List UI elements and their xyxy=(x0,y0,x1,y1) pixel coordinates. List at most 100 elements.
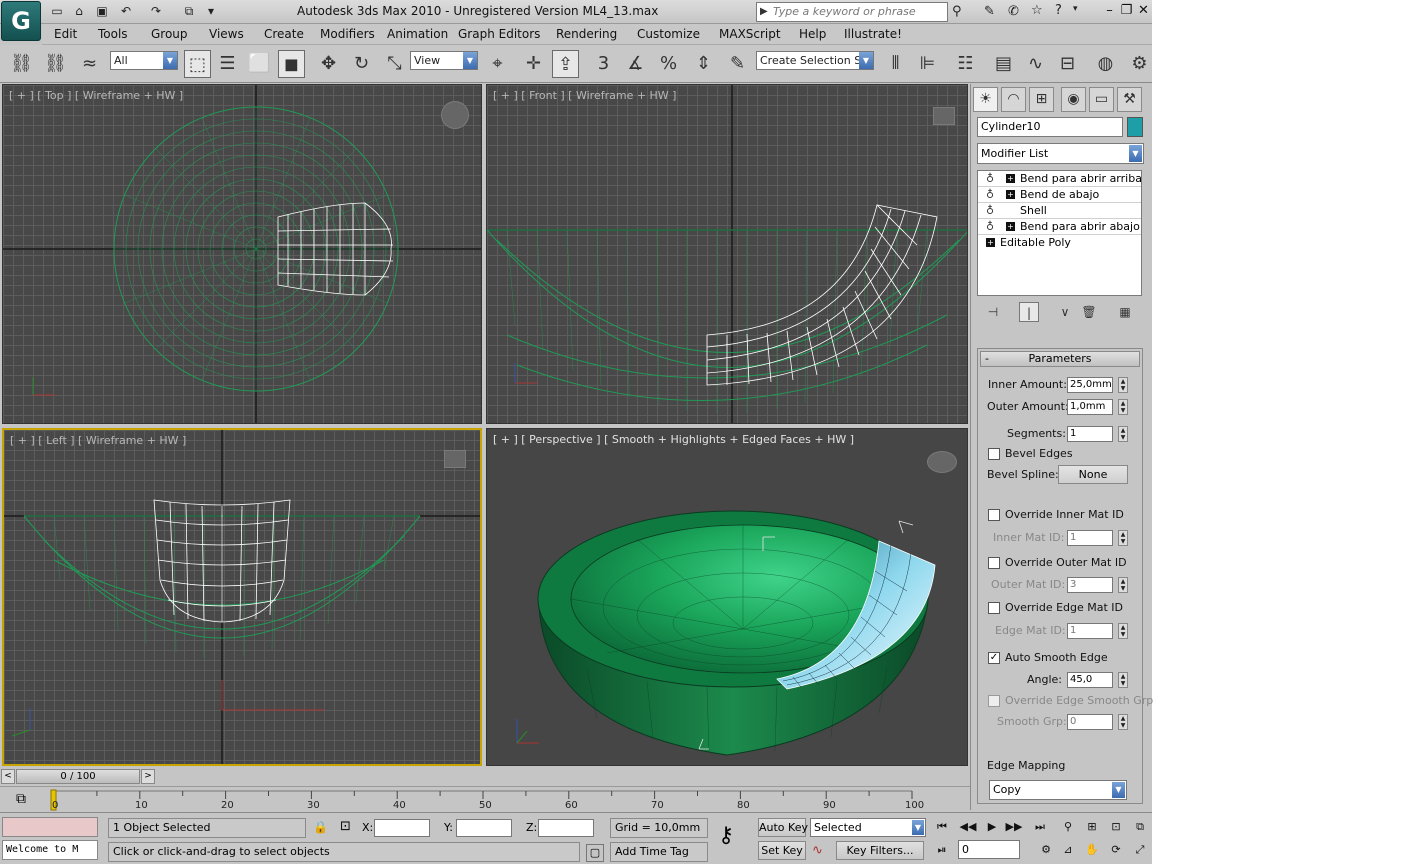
stack-item-bend-arriba[interactable]: ♁ + Bend para abrir arriba xyxy=(978,171,1142,187)
keyboard-shortcut-override-icon[interactable]: ⇪ xyxy=(552,50,579,78)
bind-space-warp-icon[interactable]: ≈ xyxy=(76,50,103,78)
segments-input[interactable]: 1 xyxy=(1067,426,1113,442)
stack-item-editable-poly[interactable]: + Editable Poly xyxy=(978,235,1141,251)
override-outer-mat-checkbox[interactable] xyxy=(988,557,1000,569)
close-icon[interactable]: ✕ xyxy=(1136,3,1151,19)
expand-plus-icon[interactable]: + xyxy=(986,238,995,247)
viewport-top[interactable]: [ + ] [ Top ] [ Wireframe + HW ] xyxy=(2,84,482,424)
bevel-edges-checkbox[interactable] xyxy=(988,448,1000,460)
parameters-rollout-header[interactable]: - Parameters xyxy=(980,351,1140,367)
spinner-arrows-icon[interactable]: ▲ ▼ xyxy=(1118,577,1128,593)
expand-plus-icon[interactable]: + xyxy=(1006,174,1015,183)
new-file-icon[interactable]: ▭ xyxy=(48,3,66,20)
menu-create[interactable]: Create xyxy=(264,27,304,41)
align-icon[interactable]: ⊫ xyxy=(914,50,941,78)
spinner-arrows-icon[interactable]: ▲ ▼ xyxy=(1118,623,1128,639)
select-and-manipulate-icon[interactable]: ✛ xyxy=(520,50,547,78)
viewport-perspective[interactable]: [ + ] [ Perspective ] [ Smooth + Highlig… xyxy=(486,428,968,766)
edge-mapping-dropdown[interactable]: Copy ▼ xyxy=(989,780,1127,800)
spinner-arrows-icon[interactable]: ▲ ▼ xyxy=(1118,426,1128,442)
help-icon[interactable]: ? xyxy=(1055,3,1062,18)
select-and-link-icon[interactable]: ⛓ xyxy=(8,50,35,78)
make-unique-icon[interactable]: ∨ xyxy=(1055,302,1075,322)
graphite-modeling-tools-icon[interactable]: ▤ xyxy=(990,50,1017,78)
override-inner-mat-checkbox[interactable] xyxy=(988,509,1000,521)
menu-animation[interactable]: Animation xyxy=(387,27,448,41)
lightbulb-icon[interactable]: ♁ xyxy=(986,171,994,186)
go-to-start-icon[interactable]: ⏮ xyxy=(932,818,952,836)
named-selection-sets-dropdown[interactable]: Create Selection Se ▼ xyxy=(756,51,874,70)
select-and-rotate-icon[interactable]: ↻ xyxy=(348,50,375,78)
zoom-extents-icon[interactable]: ⊡ xyxy=(1106,818,1126,836)
hierarchy-tab-icon[interactable]: ⊞ xyxy=(1029,87,1054,112)
remove-modifier-icon[interactable]: 🗑 xyxy=(1079,302,1099,322)
angle-snap-icon[interactable]: ∡ xyxy=(622,50,649,78)
zoom-extents-all-icon[interactable]: ⧉ xyxy=(1130,818,1150,836)
viewcube-icon[interactable] xyxy=(933,107,955,125)
viewport-perspective-label[interactable]: [ + ] [ Perspective ] [ Smooth + Highlig… xyxy=(493,433,854,446)
menu-illustrate[interactable]: Illustrate! xyxy=(844,27,902,41)
viewport-front-label[interactable]: [ + ] [ Front ] [ Wireframe + HW ] xyxy=(493,89,676,102)
add-time-tag[interactable]: Add Time Tag xyxy=(610,842,708,862)
previous-frame-icon[interactable]: < xyxy=(1,769,15,784)
spinner-arrows-icon[interactable]: ▲ ▼ xyxy=(1118,530,1128,546)
minimize-icon[interactable]: – xyxy=(1102,3,1117,19)
unlink-icon[interactable]: ⛓ xyxy=(42,50,69,78)
configure-sets-icon[interactable]: ▦ xyxy=(1115,302,1135,322)
viewcube-icon[interactable] xyxy=(441,101,469,129)
application-button[interactable]: G xyxy=(1,1,41,41)
menu-graph-editors[interactable]: Graph Editors xyxy=(458,27,540,41)
track-bar[interactable]: ⧉ 0 10 20 30 40 50 60 70 80 90 100 xyxy=(0,786,970,812)
menu-rendering[interactable]: Rendering xyxy=(556,27,617,41)
lightbulb-icon[interactable]: ♁ xyxy=(986,187,994,202)
outer-mat-id-input[interactable]: 3 xyxy=(1067,577,1113,593)
object-color-swatch[interactable] xyxy=(1127,117,1143,137)
utilities-tab-icon[interactable]: ⚒ xyxy=(1117,87,1142,112)
menu-customize[interactable]: Customize xyxy=(637,27,700,41)
select-by-name-icon[interactable]: ☰ xyxy=(214,50,241,78)
override-edge-mat-checkbox[interactable] xyxy=(988,602,1000,614)
menu-group[interactable]: Group xyxy=(151,27,188,41)
select-object-icon[interactable]: ⬚ xyxy=(184,50,211,78)
lightbulb-icon[interactable]: ♁ xyxy=(986,219,994,234)
viewcube-icon[interactable] xyxy=(444,450,466,468)
project-folder-icon[interactable]: ⧉ xyxy=(180,3,198,20)
default-in-out-tangents-icon[interactable]: ∿ xyxy=(812,843,823,858)
curve-editor-icon[interactable]: ∿ xyxy=(1022,50,1049,78)
maxscript-listener-output[interactable]: Welcome to M xyxy=(2,840,98,860)
go-to-end-icon[interactable]: ⏭ xyxy=(1030,818,1050,836)
communication-center-icon[interactable]: ✆ xyxy=(1008,4,1019,19)
viewcube-icon[interactable] xyxy=(927,451,957,473)
search-input[interactable]: ▶ Type a keyword or phrase xyxy=(756,2,948,22)
menu-help[interactable]: Help xyxy=(799,27,826,41)
viewport-top-label[interactable]: [ + ] [ Top ] [ Wireframe + HW ] xyxy=(9,89,183,102)
select-and-scale-icon[interactable]: ⤡ xyxy=(381,50,408,78)
selection-filter-dropdown[interactable]: All ▼ xyxy=(110,51,178,70)
quick-access-dropdown-icon[interactable]: ▾ xyxy=(202,3,220,20)
schematic-view-icon[interactable]: ⊟ xyxy=(1054,50,1081,78)
pan-view-icon[interactable]: ✋ xyxy=(1082,841,1102,859)
modifier-list-dropdown[interactable]: Modifier List ▼ xyxy=(977,143,1144,164)
z-coordinate-input[interactable] xyxy=(538,819,594,837)
set-key-mode-icon[interactable]: ⚷ xyxy=(718,825,734,847)
maximize-viewport-icon[interactable]: ⤢ xyxy=(1130,841,1150,859)
motion-tab-icon[interactable]: ◉ xyxy=(1061,87,1086,112)
next-frame-icon[interactable]: > xyxy=(141,769,155,784)
mirror-icon[interactable]: ⫴ xyxy=(882,50,909,78)
render-setup-icon[interactable]: ⚙ xyxy=(1126,50,1153,78)
x-coordinate-input[interactable] xyxy=(374,819,430,837)
zoom-icon[interactable]: ⚲ xyxy=(1058,818,1078,836)
help-dropdown-icon[interactable]: ▾ xyxy=(1073,4,1078,14)
spinner-arrows-icon[interactable]: ▲ ▼ xyxy=(1118,399,1128,415)
key-mode-toggle-icon[interactable]: ⏯ xyxy=(932,841,952,859)
key-selection-dropdown[interactable]: Selected ▼ xyxy=(810,818,926,837)
auto-smooth-edge-checkbox[interactable]: ✓ xyxy=(988,652,1000,664)
menu-tools[interactable]: Tools xyxy=(98,27,128,41)
rectangular-selection-icon[interactable]: ⬜ xyxy=(246,50,273,78)
material-editor-icon[interactable]: ◍ xyxy=(1092,50,1119,78)
set-key-button[interactable]: Set Key xyxy=(758,841,806,860)
inner-mat-id-input[interactable]: 1 xyxy=(1067,530,1113,546)
stack-item-bend-abajo[interactable]: ♁ + Bend de abajo xyxy=(978,187,1141,203)
y-coordinate-input[interactable] xyxy=(456,819,512,837)
time-tag-icon[interactable]: ▢ xyxy=(586,844,604,862)
